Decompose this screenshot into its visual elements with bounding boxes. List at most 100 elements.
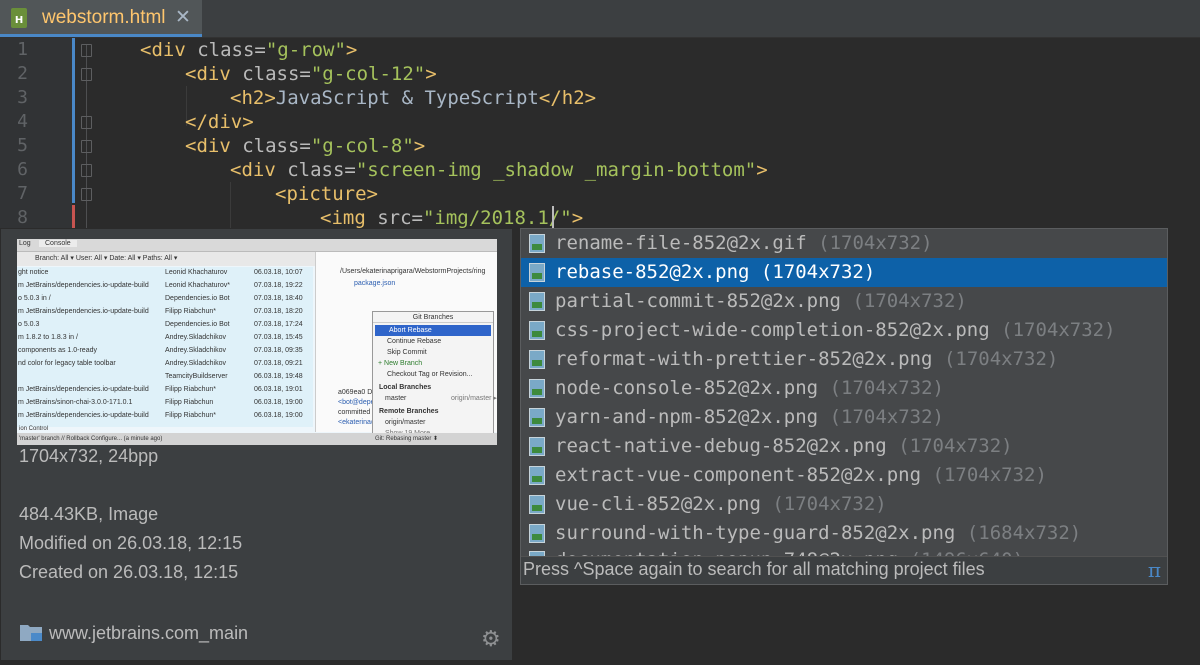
tag-token: > (571, 207, 584, 229)
thumb-cell: 07.03.18, 09:21 (254, 360, 303, 367)
thumb-cell: m JetBrains/dependencies.io-update-build (18, 282, 149, 289)
completion-item[interactable]: extract-vue-component-852@2x.png (1704x7… (521, 461, 1167, 490)
thumb-cell: 07.03.18, 17:24 (254, 321, 303, 328)
completion-item-name: css-project-wide-completion-852@2x.png (555, 319, 990, 341)
completion-item[interactable]: surround-with-type-guard-852@2x.png (168… (521, 519, 1167, 548)
completion-item[interactable]: vue-cli-852@2x.png (1704x732) (521, 490, 1167, 519)
text-cursor (552, 206, 554, 228)
code-line-6: <div class="screen-img _shadow _margin-b… (230, 158, 768, 182)
completion-item[interactable]: react-native-debug-852@2x.png (1704x732) (521, 432, 1167, 461)
vcs-change-marker[interactable] (72, 38, 75, 203)
code-line-4: </div> (185, 110, 254, 134)
completion-item-dimensions: (1704x732) (760, 261, 876, 283)
thumb-cell: Dependencies.io Bot (165, 295, 230, 302)
code-line-1: <div class="g-row"> (140, 38, 357, 62)
tag-token: <div (185, 63, 243, 85)
image-thumbnail: Log Console Branch: All ▾ User: All ▾ Da… (17, 239, 497, 445)
thumb-row: components as 1.0-ready Andrey.Skladchiko… (17, 345, 313, 356)
thumb-path: /Users/ekaterinaprigara/WebstormProjects… (340, 268, 486, 275)
completion-item-dimensions: (1704x732) (932, 464, 1047, 486)
line-number: 1 (17, 39, 28, 60)
thumb-cell: TeamcityBuildserver (165, 373, 228, 380)
thumb-row: m 1.8.2 to 1.8.3 in / Andrey.Skladchikov 0… (17, 332, 313, 343)
image-file-size: 484.43KB, Image (19, 504, 159, 524)
thumb-cell: 07.03.18, 18:40 (254, 295, 303, 302)
thumb-cell: m JetBrains/dependencies.io-update-build (18, 308, 149, 315)
completion-item-dimensions: (1704x732) (898, 435, 1013, 457)
close-icon[interactable]: ✕ (175, 6, 191, 28)
completion-item-dimensions: (1704x732) (829, 406, 944, 428)
completion-item-dimensions: (1704x732) (852, 290, 967, 312)
completion-item-dimensions: (1704x732) (772, 493, 887, 515)
html-file-icon: H (11, 8, 27, 28)
completion-item[interactable]: partial-commit-852@2x.png (1704x732) (521, 287, 1167, 316)
thumb-cell: components as 1.0-ready (18, 347, 97, 354)
thumb-cell: Andrey.Skladchikov (165, 360, 226, 367)
line-number-gutter: 1 2 3 4 5 6 7 8 (0, 38, 72, 238)
thumb-row: m JetBrains/dependencies.io-update-build… (17, 280, 313, 291)
image-created-date: Created on 26.03.18, 12:15 (19, 562, 239, 582)
tag-token: <picture> (275, 183, 378, 205)
attr-token: class= (197, 39, 266, 61)
attr-token: src= (377, 207, 423, 229)
pi-icon[interactable]: π (1148, 558, 1161, 582)
thumb-cell: Andrey.Skladchikov (165, 334, 226, 341)
code-line-3: <h2>JavaScript & TypeScript</h2> (230, 86, 596, 110)
thumb-menu-item: + New Branch (378, 360, 423, 367)
thumb-cell: 06.03.18, 10:07 (254, 269, 303, 276)
gear-icon[interactable]: ⚙ (481, 627, 501, 652)
vcs-change-marker[interactable] (72, 205, 75, 229)
thumb-tabs: Log Console (17, 239, 497, 252)
completion-hint: Press ^Space again to search for all mat… (523, 559, 985, 579)
completion-item-selected[interactable]: rebase-852@2x.png (1704x732) (521, 258, 1167, 287)
completion-item-name: reformat-with-prettier-852@2x.png (555, 348, 933, 370)
thumb-cell: o 5.0.3 in / (18, 295, 51, 302)
thumb-cell: Leonid Khachaturov* (165, 282, 230, 289)
indent-guide (230, 182, 231, 228)
thumb-menu-heading: Remote Branches (379, 408, 439, 415)
thumb-cell: m JetBrains/sinon-chai-3.0.0-171.0.1 (18, 399, 133, 406)
value-token: "g-col-12" (310, 63, 426, 85)
completion-item[interactable]: rename-file-852@2x.gif (1704x732) (521, 229, 1167, 258)
thumb-cell: m 1.8.2 to 1.8.3 in / (18, 334, 78, 341)
completion-item[interactable]: reformat-with-prettier-852@2x.png (1704x… (521, 345, 1167, 374)
thumb-menu-item: Continue Rebase (387, 338, 442, 345)
image-file-icon (529, 234, 545, 253)
thumb-cell: m JetBrains/dependencies.io-update-build (18, 412, 149, 419)
thumb-cell: Leonid Khachaturov (165, 269, 228, 276)
fold-marker-icon[interactable] (81, 188, 92, 201)
image-file-icon (529, 292, 545, 311)
fold-marker-icon[interactable] (81, 116, 92, 129)
fold-marker-icon[interactable] (81, 44, 92, 57)
thumb-row: ght notice Leonid Khachaturov 06.03.18, 10… (17, 267, 313, 278)
tab-webstorm-html[interactable]: H webstorm.html ✕ (0, 0, 202, 37)
thumb-status-left: 'master' branch // Rollback Configure...… (19, 436, 163, 442)
image-file-icon (529, 437, 545, 456)
tag-token: <img (320, 207, 378, 229)
thumb-status-right: Git: Rebasing master ⬍ (375, 436, 439, 442)
html-file-icon-letter: H (14, 15, 24, 26)
completion-item-name: yarn-and-npm-852@2x.png (555, 406, 819, 428)
image-file-icon (529, 321, 545, 340)
tab-title: webstorm.html (42, 7, 166, 28)
completion-item[interactable]: yarn-and-npm-852@2x.png (1704x732) (521, 403, 1167, 432)
fold-marker-icon[interactable] (81, 68, 92, 81)
completion-item[interactable]: css-project-wide-completion-852@2x.png (… (521, 316, 1167, 345)
tag-token: </h2> (538, 87, 597, 109)
thumb-cell: 07.03.18, 09:35 (254, 347, 303, 354)
thumb-menu-item: Skip Commit (387, 349, 427, 356)
tag-token: <h2> (230, 87, 276, 109)
attr-token: class= (287, 159, 356, 181)
completion-item[interactable]: node-console-852@2x.png (1704x732) (521, 374, 1167, 403)
thumb-cell: 06.03.18, 19:00 (254, 412, 303, 419)
text-token: JavaScript & TypeScript (275, 87, 539, 109)
image-preview-popup: Log Console Branch: All ▾ User: All ▾ Da… (0, 228, 513, 661)
thumb-menu-heading: Local Branches (379, 384, 432, 391)
value-token: "screen-img _shadow _margin-bottom" (355, 159, 757, 181)
fold-marker-icon[interactable] (81, 164, 92, 177)
thumb-menu-item: Checkout Tag or Revision... (387, 371, 473, 378)
thumb-cell: 07.03.18, 15:45 (254, 334, 303, 341)
tag-token: > (345, 39, 358, 61)
fold-marker-icon[interactable] (81, 140, 92, 153)
thumb-row: m JetBrains/dependencies.io-update-build… (17, 306, 313, 317)
